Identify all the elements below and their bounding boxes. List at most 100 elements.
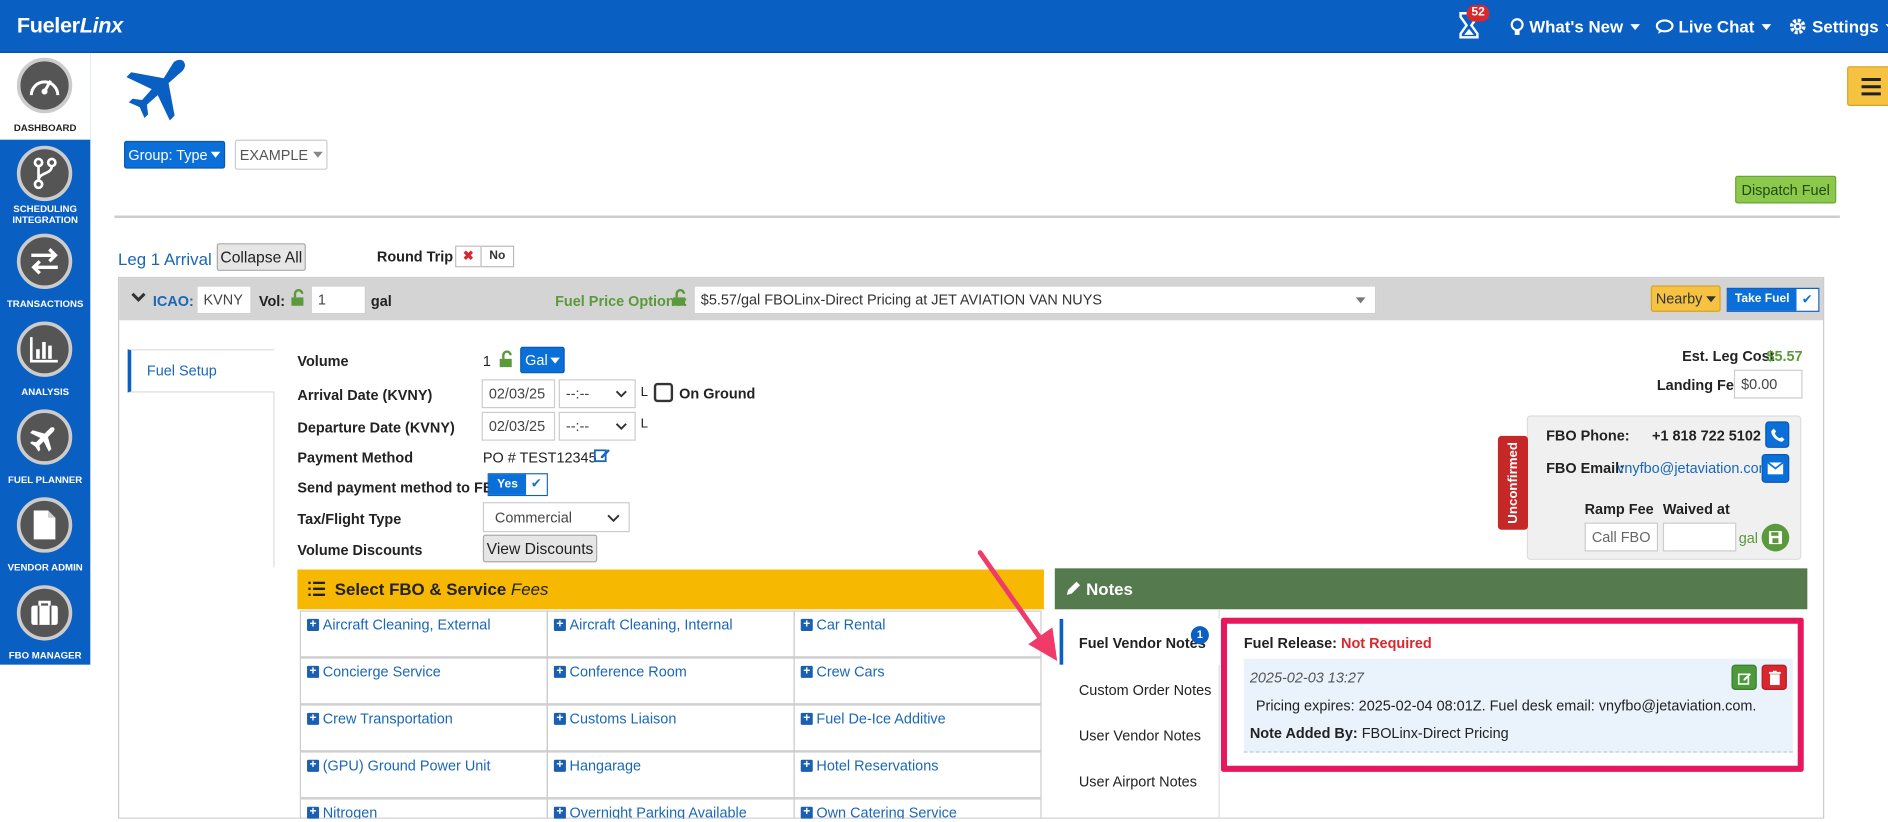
take-fuel-label: Take Fuel <box>1727 288 1797 311</box>
fbo-phone-label: FBO Phone: <box>1546 427 1630 445</box>
service-label: Overnight Parking Available <box>569 804 747 819</box>
landing-fee-input[interactable]: $0.00 <box>1733 369 1803 399</box>
service-nitrogen[interactable]: + Nitrogen <box>307 804 378 819</box>
service-overnight-parking[interactable]: + Overnight Parking Available <box>553 804 747 819</box>
edit-icon[interactable] <box>593 447 611 467</box>
on-ground-checkbox[interactable] <box>653 382 674 403</box>
tab-user-vendor-notes[interactable]: User Vendor Notes <box>1079 727 1201 744</box>
nearby-dropdown[interactable]: Nearby <box>1650 285 1721 312</box>
round-trip-value: No <box>489 249 506 263</box>
volume-unit-label: Gal <box>525 351 548 369</box>
hamburger-menu-button[interactable] <box>1847 66 1888 106</box>
round-trip-toggle[interactable]: ✖ No <box>455 245 515 268</box>
sidebar-item-dashboard[interactable]: DASHBOARD <box>0 53 90 141</box>
unlock-icon[interactable] <box>290 289 307 309</box>
arrival-local-indicator: L <box>640 385 648 400</box>
tax-flight-type-select[interactable]: Commercial <box>482 502 630 533</box>
service-crew-cars[interactable]: + Crew Cars <box>800 663 885 680</box>
email-fbo-button[interactable] <box>1761 453 1790 483</box>
plus-icon: + <box>800 759 813 772</box>
arrival-time-select[interactable]: --:-- <box>558 379 636 409</box>
settings-menu[interactable]: Settings <box>1788 17 1888 36</box>
sidebar-item-fuel-planner[interactable]: FUEL PLANNER <box>0 405 90 493</box>
pencil-icon <box>1066 580 1082 599</box>
service-own-catering[interactable]: + Own Catering Service <box>800 804 957 819</box>
departure-time-select[interactable]: --:-- <box>558 411 636 441</box>
plus-icon: + <box>307 665 320 678</box>
tab-custom-order-notes[interactable]: Custom Order Notes <box>1079 682 1212 699</box>
service-fuel-de-ice-additive[interactable]: + Fuel De-Ice Additive <box>800 710 946 727</box>
fbo-phone-value: +1 818 722 5102 <box>1652 427 1761 445</box>
service-aircraft-cleaning-external[interactable]: + Aircraft Cleaning, External <box>307 616 491 633</box>
whats-new-menu[interactable]: What's New <box>1510 17 1641 36</box>
service-hotel-reservations[interactable]: + Hotel Reservations <box>800 757 939 775</box>
sidebar-item-analysis[interactable]: ANALYSIS <box>0 317 90 405</box>
service-customs-liaison[interactable]: + Customs Liaison <box>553 710 676 727</box>
group-type-label: Group: Type <box>128 146 208 164</box>
fuel-price-value: $5.57/gal FBOLinx-Direct Pricing at JET … <box>700 291 1103 309</box>
service-concierge[interactable]: + Concierge Service <box>307 663 441 680</box>
departure-date-label: Departure Date (KVNY) <box>297 419 455 436</box>
chevron-down-icon <box>1706 295 1716 302</box>
send-payment-toggle[interactable]: Yes ✔ <box>487 473 548 497</box>
service-label: Hotel Reservations <box>816 757 939 775</box>
unlock-icon[interactable] <box>672 289 689 309</box>
service-hangarage[interactable]: + Hangarage <box>553 757 641 774</box>
ramp-fee-input[interactable]: Call FBO <box>1584 522 1659 552</box>
sidebar-item-scheduling[interactable]: SCHEDULING INTEGRATION <box>0 141 90 229</box>
chevron-down-icon <box>312 151 323 158</box>
service-ground-power-unit[interactable]: + (GPU) Ground Power Unit <box>307 757 491 775</box>
app-logo[interactable]: FuelerLinx <box>17 13 123 38</box>
example-dropdown[interactable]: EXAMPLE <box>234 139 328 170</box>
notifications-button[interactable]: 52 <box>1457 4 1490 42</box>
settings-label: Settings <box>1812 16 1879 37</box>
save-ramp-fee-button[interactable] <box>1761 523 1790 552</box>
live-chat-label: Live Chat <box>1678 16 1755 37</box>
vendor-notes-count-badge: 1 <box>1190 626 1209 645</box>
live-chat-menu[interactable]: Live Chat <box>1655 16 1772 37</box>
est-leg-cost-label: Est. Leg Cost <box>1682 347 1775 365</box>
sidebar-item-transactions[interactable]: TRANSACTIONS <box>0 229 90 317</box>
tab-user-airport-notes[interactable]: User Airport Notes <box>1079 773 1197 790</box>
take-fuel-toggle[interactable]: Take Fuel ✔ <box>1726 287 1820 312</box>
vol-input[interactable]: 1 <box>310 285 367 315</box>
on-ground-label: On Ground <box>679 385 756 403</box>
fbo-email-link[interactable]: vnyfbo@jetaviation.com <box>1617 460 1761 477</box>
payment-method-value: PO # TEST12345 <box>482 449 597 466</box>
arrival-date-input[interactable]: 02/03/25 <box>481 379 556 409</box>
annotation-arrow-icon <box>975 548 1064 672</box>
plus-icon: + <box>553 806 566 819</box>
service-label: (GPU) Ground Power Unit <box>322 757 491 775</box>
fuel-price-select[interactable]: $5.57/gal FBOLinx-Direct Pricing at JET … <box>693 285 1377 315</box>
chevron-down-icon <box>211 151 221 158</box>
service-car-rental[interactable]: + Car Rental <box>800 616 885 633</box>
collapse-all-button[interactable]: Collapse All <box>216 243 306 271</box>
service-conference-room[interactable]: + Conference Room <box>553 663 687 680</box>
vol-label: Vol: <box>258 292 286 310</box>
floppy-disk-icon <box>1768 531 1783 545</box>
landing-fee-label: Landing Fee <box>1656 376 1742 394</box>
round-trip-label: Round Trip <box>376 248 454 265</box>
waived-at-label: Waived at <box>1662 500 1730 518</box>
icao-input[interactable]: KVNY <box>196 285 252 315</box>
service-aircraft-cleaning-internal[interactable]: + Aircraft Cleaning, Internal <box>553 616 733 633</box>
service-label: Crew Transportation <box>322 710 453 728</box>
waived-at-input[interactable] <box>1662 522 1737 552</box>
chevron-down-icon <box>1630 23 1641 30</box>
chevron-down-icon[interactable] <box>130 289 147 308</box>
unlock-icon[interactable] <box>498 350 515 370</box>
list-icon <box>308 580 326 599</box>
plus-icon: + <box>307 618 320 631</box>
plus-icon: + <box>553 759 566 772</box>
departure-date-input[interactable]: 02/03/25 <box>481 411 556 441</box>
service-label: Nitrogen <box>322 804 378 819</box>
service-crew-transportation[interactable]: + Crew Transportation <box>307 710 453 727</box>
group-type-dropdown[interactable]: Group: Type <box>124 140 226 169</box>
sidebar-item-vendor-admin[interactable]: VENDOR ADMIN <box>0 492 90 580</box>
chevron-down-icon <box>1355 297 1366 304</box>
call-fbo-button[interactable] <box>1765 421 1790 448</box>
view-discounts-button[interactable]: View Discounts <box>482 534 598 563</box>
sidebar-item-fbo-manager[interactable]: FBO MANAGER <box>0 580 90 668</box>
dispatch-fuel-button[interactable]: Dispatch Fuel <box>1735 175 1837 204</box>
volume-unit-dropdown[interactable]: Gal <box>520 346 565 374</box>
